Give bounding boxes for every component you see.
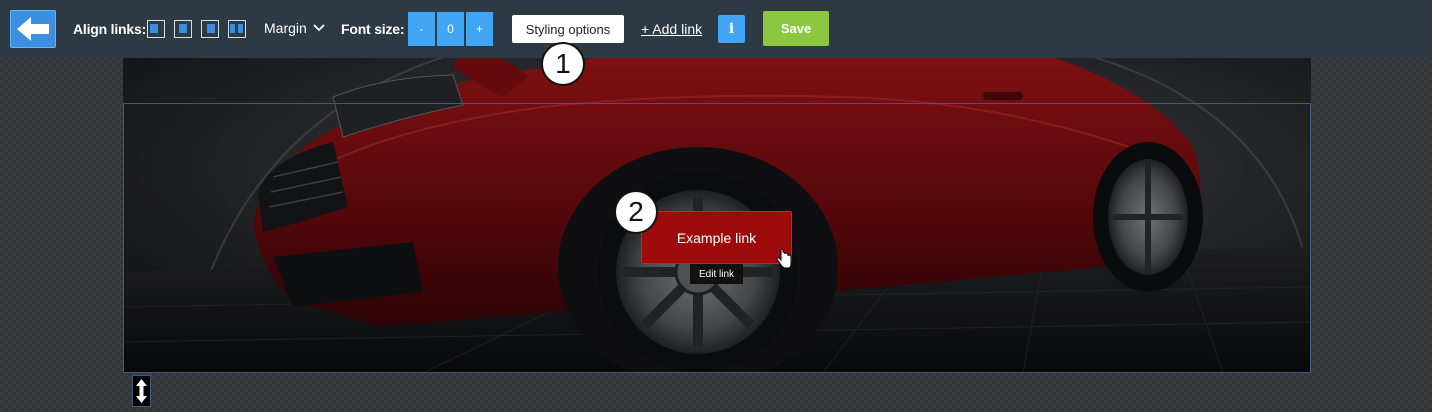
font-size-increase-button[interactable]: + [466,12,493,46]
styling-options-button[interactable]: Styling options [512,15,624,43]
save-button[interactable]: Save [763,11,829,46]
align-justify-icon[interactable] [228,20,246,38]
section-resize-handle[interactable] [132,375,151,407]
font-size-label: Font size: [341,21,405,37]
editor-toolbar: Align links: Margin Font size: - 0 + Sty… [0,0,1432,58]
font-size-decrease-button[interactable]: - [408,12,435,46]
font-size-value[interactable]: 0 [437,12,464,46]
add-link-button[interactable]: + Add link [641,21,702,37]
align-center-icon[interactable] [174,20,192,38]
margin-label: Margin [264,20,307,36]
margin-dropdown[interactable]: Margin [264,20,325,36]
info-button[interactable]: i [718,15,745,43]
callout-1: 1 [541,42,585,86]
align-links-label: Align links: [73,21,147,37]
hand-cursor-icon [776,249,792,269]
edit-link-tooltip[interactable]: Edit link [690,264,743,284]
example-link-button[interactable]: Example link [641,211,792,264]
callout-2: 2 [614,190,658,234]
section-divider [123,57,1311,104]
back-button[interactable] [10,10,56,48]
align-left-icon[interactable] [147,20,165,38]
arrow-left-icon [17,17,49,41]
chevron-down-icon [313,24,325,32]
resize-vertical-icon [136,379,147,403]
align-right-icon[interactable] [201,20,219,38]
